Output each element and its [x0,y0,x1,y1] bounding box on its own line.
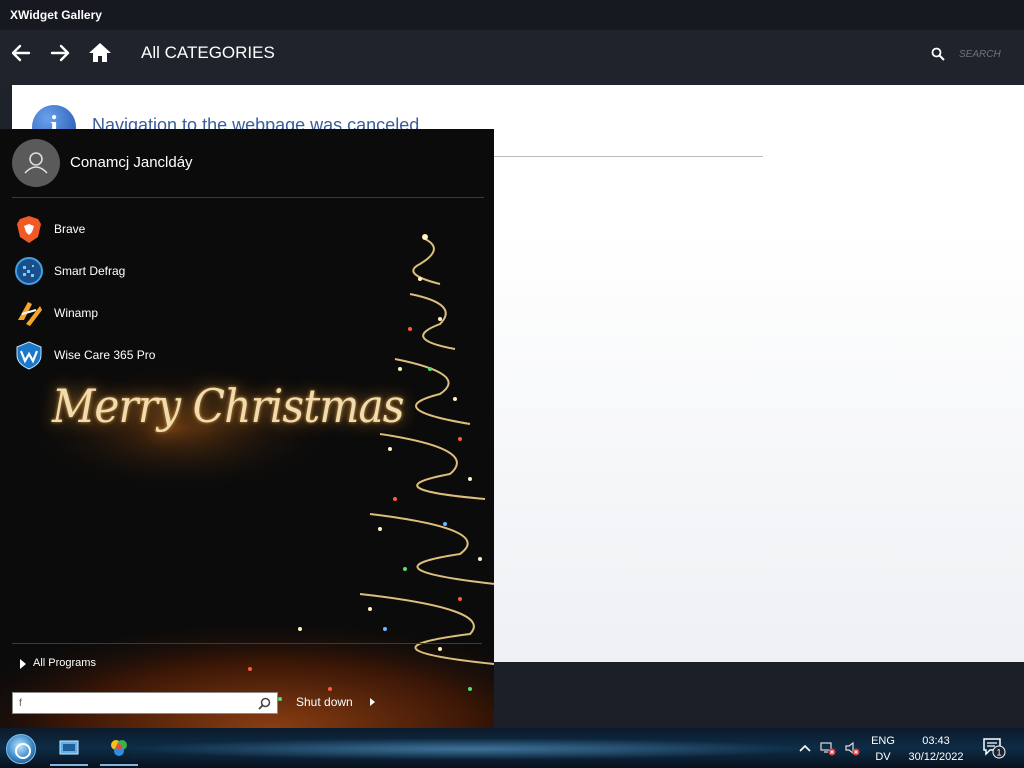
smart-defrag-icon [14,256,44,286]
active-indicator [100,764,138,766]
category-title: All CATEGORIES [141,43,275,62]
clock[interactable]: 03:43 30/12/2022 [900,733,972,765]
action-center-button[interactable]: 1 [982,737,1006,759]
arrow-right-icon [50,44,70,62]
menu-separator [12,643,482,644]
xwidget-icon [111,740,127,756]
arrow-left-icon [11,44,31,62]
app-item-brave[interactable]: Brave [12,211,212,247]
chevron-up-icon [799,744,811,752]
start-search-box[interactable] [12,692,278,714]
shutdown-options-arrow-icon[interactable] [370,698,375,706]
language-indicator[interactable]: ENG DV [866,733,900,765]
search-icon [931,47,945,61]
volume-muted-icon [845,741,860,756]
app-label: Brave [54,222,86,236]
gallery-toolbar: All CATEGORIES [0,30,1024,85]
shutdown-button[interactable]: Shut down [296,695,353,709]
user-profile[interactable]: Conamcj Jancldáy [12,139,482,187]
language-layout: DV [875,751,891,763]
app-item-winamp[interactable]: Winamp [12,295,212,331]
active-indicator [50,764,88,766]
clock-date: 30/12/2022 [908,751,964,763]
back-button[interactable] [8,40,34,66]
taskbar-app-explorer[interactable] [50,730,88,766]
notification-icon: 1 [983,738,1006,759]
home-icon [89,43,111,62]
start-menu: Conamcj Jancldáy Brave Smart Defrag Wina… [0,129,494,728]
divider [494,156,763,157]
taskbar-app-xwidget[interactable] [100,730,138,766]
home-button[interactable] [87,40,113,66]
window-switcher-icon [59,740,79,755]
show-hidden-icons-button[interactable] [797,740,813,756]
start-search-input[interactable] [19,695,249,711]
app-item-wise-care[interactable]: Wise Care 365 Pro [12,337,212,373]
taskbar-glow [130,738,810,760]
menu-separator [12,197,484,198]
app-label: Wise Care 365 Pro [54,348,156,362]
volume-tray-icon[interactable] [844,740,860,756]
taskbar: ENG DV 03:43 30/12/2022 1 [0,728,1024,768]
avatar [12,139,60,187]
desktop: XWidget Gallery All CATEGORIES i Navigat… [0,0,1024,768]
forward-button[interactable] [47,40,73,66]
network-tray-icon[interactable] [820,740,836,756]
start-button[interactable] [6,734,36,764]
app-label: Smart Defrag [54,264,126,278]
app-label: Winamp [54,306,99,320]
brave-icon [14,214,44,244]
clock-time: 03:43 [922,735,950,747]
gallery-search[interactable] [927,41,1021,67]
window-titlebar[interactable]: XWidget Gallery [0,0,1024,30]
user-name: Conamcj Jancldáy [70,154,193,171]
all-programs-label: All Programs [33,657,96,669]
app-item-smart-defrag[interactable]: Smart Defrag [12,253,212,289]
triangle-right-icon [20,659,26,669]
gallery-search-input[interactable] [959,45,1019,63]
language-code: ENG [871,735,895,747]
merry-christmas-text: Merry Christmas [52,379,405,433]
wise-care-icon [14,340,44,370]
notification-count: 1 [996,748,1001,758]
network-disconnected-icon [820,742,836,756]
user-icon [24,152,48,174]
search-icon[interactable] [258,697,271,710]
winamp-icon [14,298,44,328]
window-title: XWidget Gallery [10,8,102,22]
